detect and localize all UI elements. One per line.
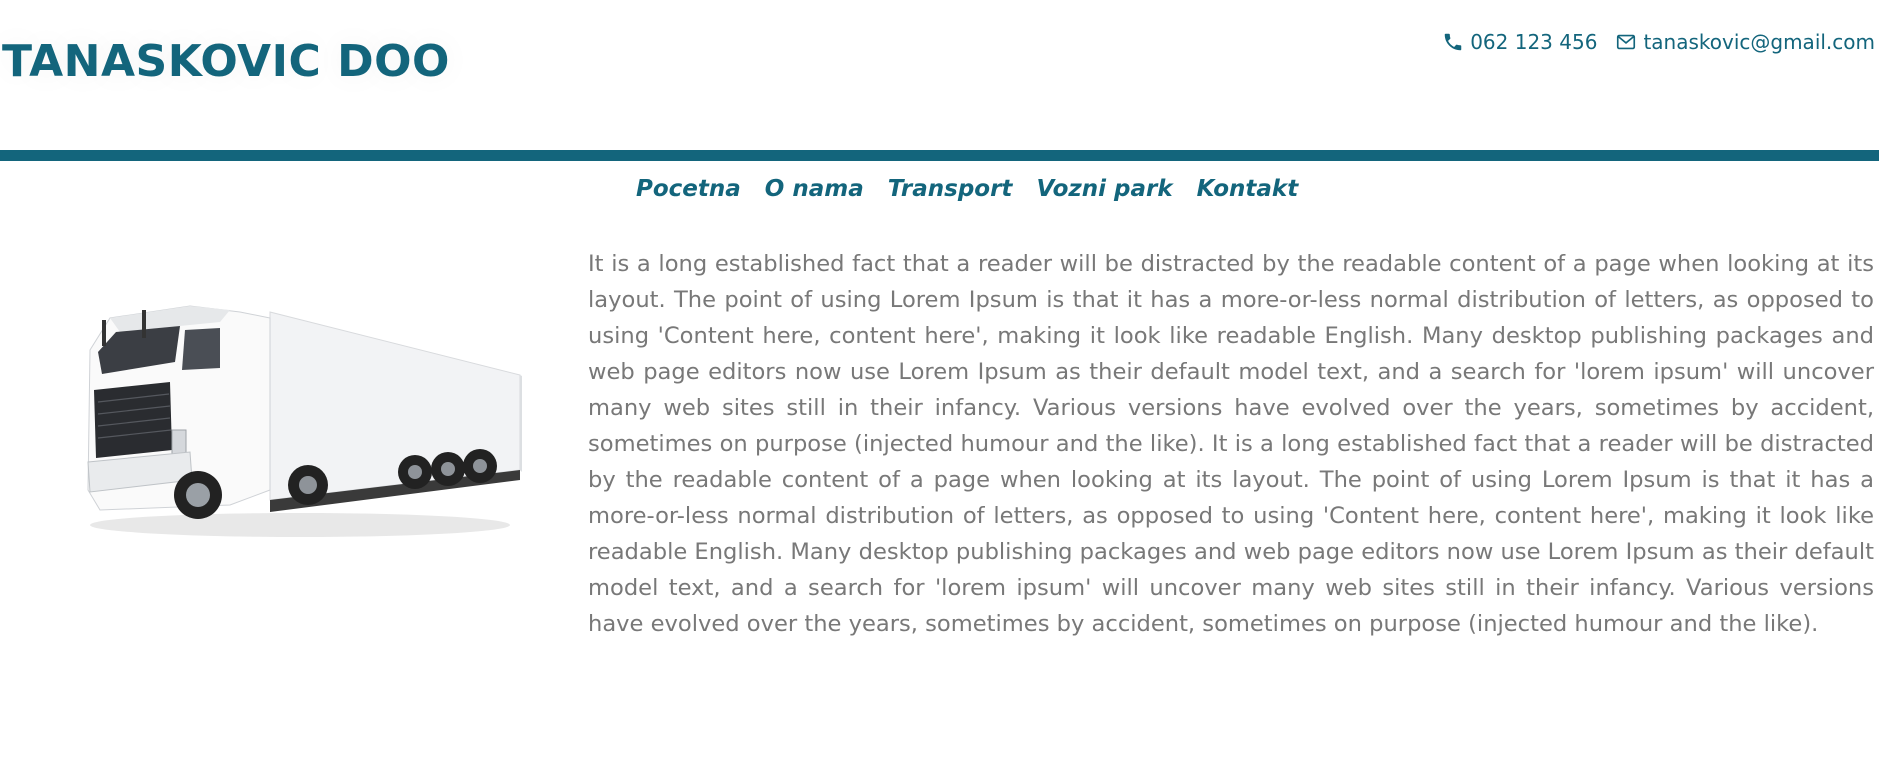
email-address: tanaskovic@gmail.com bbox=[1643, 30, 1875, 54]
nav-item-transport[interactable]: Transport bbox=[888, 176, 1013, 202]
truck-image bbox=[80, 290, 530, 550]
nav-item-vozni-park[interactable]: Vozni park bbox=[1036, 176, 1172, 202]
nav-item-o-nama[interactable]: O nama bbox=[765, 176, 864, 202]
about-paragraph: It is a long established fact that a rea… bbox=[588, 251, 1874, 637]
phone-link[interactable]: 062 123 456 bbox=[1442, 30, 1597, 54]
main-nav: Pocetna O nama Transport Vozni park Kont… bbox=[636, 176, 1298, 202]
brand-logo-text[interactable]: TANASKOVIC DOO bbox=[2, 36, 450, 87]
header-divider bbox=[0, 150, 1879, 161]
nav-item-pocetna[interactable]: Pocetna bbox=[636, 176, 741, 202]
nav-item-kontakt[interactable]: Kontakt bbox=[1197, 176, 1299, 202]
mail-icon bbox=[1615, 31, 1637, 53]
email-link[interactable]: tanaskovic@gmail.com bbox=[1615, 30, 1875, 54]
site-header: TANASKOVIC DOO 062 123 456 tanaskovic@gm… bbox=[0, 0, 1879, 150]
phone-icon bbox=[1442, 31, 1464, 53]
phone-number: 062 123 456 bbox=[1470, 30, 1598, 54]
contact-bar: 062 123 456 tanaskovic@gmail.com bbox=[1442, 30, 1875, 54]
